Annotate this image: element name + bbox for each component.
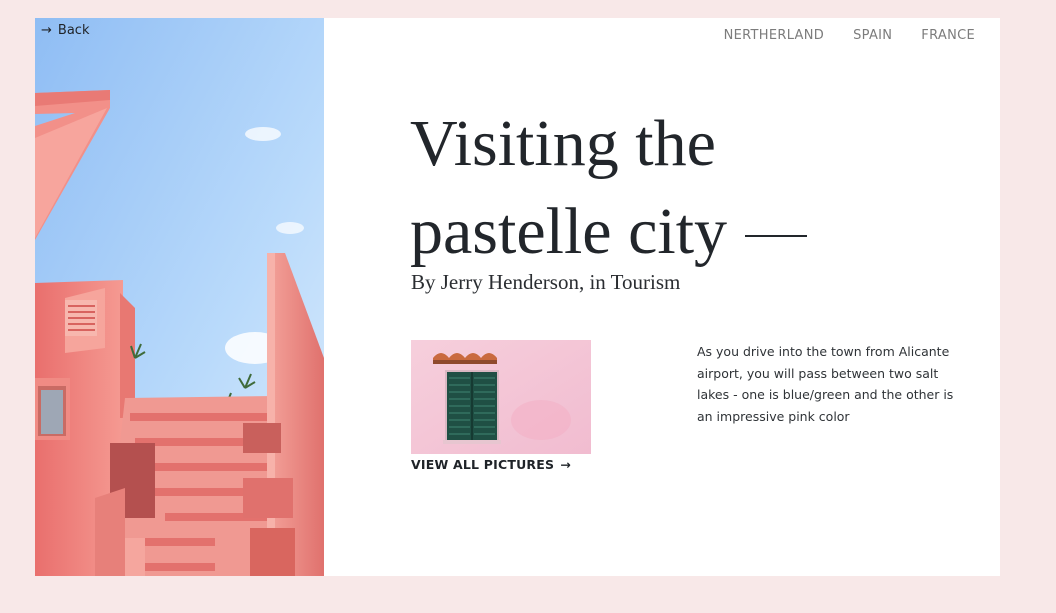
view-all-pictures-link[interactable]: VIEW ALL PICTURES → xyxy=(411,457,571,472)
arrow-right-icon: → xyxy=(41,23,52,38)
view-all-label: VIEW ALL PICTURES xyxy=(411,457,555,472)
title-line-1: Visiting the xyxy=(410,107,716,180)
article-excerpt: As you drive into the town from Alicante… xyxy=(697,344,954,424)
article-card: → Back NERTHERLAND SPAIN FRANCE Visiting… xyxy=(35,18,1000,576)
arrow-right-icon: → xyxy=(560,457,571,472)
nav-item-spain[interactable]: SPAIN xyxy=(853,28,892,43)
nav-item-france[interactable]: FRANCE xyxy=(921,28,975,43)
article-byline: By Jerry Henderson, in Tourism xyxy=(411,270,681,294)
title-dash xyxy=(745,234,808,237)
hero-image: → Back xyxy=(35,18,324,576)
thumbnail-image[interactable] xyxy=(411,340,591,454)
nav-item-netherland[interactable]: NERTHERLAND xyxy=(724,28,824,43)
back-label: Back xyxy=(57,23,90,38)
article-title: Visiting the pastelle city xyxy=(410,100,970,276)
title-line-2: pastelle city xyxy=(410,195,728,268)
top-nav: NERTHERLAND SPAIN FRANCE xyxy=(724,28,975,43)
back-link[interactable]: → Back xyxy=(41,23,89,38)
